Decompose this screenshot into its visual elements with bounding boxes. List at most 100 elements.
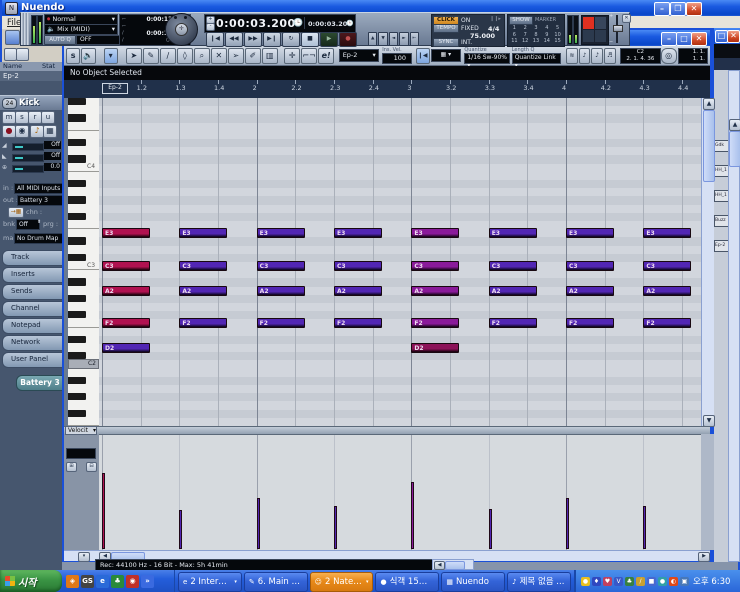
quantize-value[interactable]: 1/16 Sw-90% ▾ [464, 52, 510, 69]
editor-vscrollbar[interactable]: ▲ ▼ [701, 98, 715, 427]
midi-input-icon[interactable]: ♪ [578, 47, 591, 64]
map-value[interactable]: No Drum Map [14, 233, 62, 244]
master-slider[interactable]: + − [609, 13, 623, 45]
quantize-display-tool[interactable]: ▥ [261, 47, 278, 64]
crosshair-cursor-icon[interactable]: ✛ [284, 47, 301, 64]
length-quantize-field[interactable]: Length Q Quantize Link ▾ [511, 47, 561, 69]
play-button[interactable]: ▶ [320, 32, 338, 47]
part-select-dropdown[interactable]: Ep-2 ▾ [338, 49, 379, 62]
midi-note[interactable]: C3 [643, 261, 692, 271]
midi-note[interactable]: E3 [643, 228, 692, 239]
part-marker[interactable]: Ep-2 [102, 83, 128, 94]
marker-number-15[interactable]: 15 [552, 38, 563, 45]
project-part-buzz[interactable]: Buzz [714, 215, 729, 227]
quick-launch-icon-5[interactable]: » [141, 574, 154, 588]
quick-launch-icon-1[interactable]: GS [81, 574, 94, 588]
midi-note[interactable]: E3 [256, 228, 305, 239]
scroll-up-arrow[interactable]: ▲ [729, 119, 740, 131]
stop-button[interactable]: ■ [301, 32, 319, 47]
bank-program-row[interactable]: bnk : Off ⬍ prg : [0, 219, 62, 230]
midi-note[interactable]: A2 [488, 285, 537, 296]
project-hscroll-left-arrow[interactable]: ◀ [434, 561, 445, 570]
minimize-button[interactable]: – [654, 2, 670, 16]
zoom-tool[interactable]: ⌕ [193, 47, 210, 64]
midi-note[interactable]: F2 [566, 318, 615, 329]
track-u-button[interactable]: u [41, 111, 55, 124]
trim-tool[interactable]: ➢ [227, 47, 244, 64]
editor-close-button[interactable]: ✕ [691, 32, 707, 46]
move-insert-icon[interactable]: ♪̇ [591, 47, 603, 64]
insert-velocity-field[interactable]: Ins. Vel. 100 [382, 47, 413, 64]
task-group-chevron-icon[interactable]: ▾ [234, 574, 237, 591]
project-vscrollbar[interactable]: ▲ [728, 70, 740, 562]
velocity-bar[interactable] [566, 498, 570, 549]
track-header[interactable]: 24 Kick [0, 95, 62, 110]
nudge-left-button[interactable]: ◄ [388, 32, 399, 46]
nudge-bar-button[interactable]: ⇤ [409, 32, 420, 46]
nudge-up-button[interactable]: ▲ [368, 32, 378, 46]
marker-number-10[interactable]: 10 [552, 32, 563, 39]
marker-number-6[interactable]: 6 [509, 32, 520, 39]
slider-track[interactable] [12, 165, 44, 173]
marker-number-8[interactable]: 8 [531, 32, 542, 39]
black-key[interactable] [68, 335, 86, 343]
start-button[interactable]: 시작 [0, 570, 62, 592]
transport-grip[interactable] [21, 13, 29, 45]
tray-icon-7[interactable]: ● [658, 576, 667, 586]
piano-keyboard[interactable]: C4 C3 C2 [68, 98, 100, 426]
tray-icon-5[interactable]: ∕ [636, 576, 645, 586]
black-key[interactable] [68, 352, 86, 360]
monitor-button[interactable]: ◉ [15, 125, 29, 138]
project-part-hh_1[interactable]: HH_1 [714, 190, 729, 202]
inspector-tab-network[interactable]: Network [2, 335, 62, 351]
midi-note[interactable]: A2 [256, 285, 305, 296]
midi-note[interactable]: F2 [643, 318, 692, 329]
midi-note[interactable]: E3 [411, 228, 460, 239]
lane-add-button[interactable]: ⊞ [66, 462, 77, 472]
midi-note[interactable]: A2 [102, 285, 150, 296]
instrument-tab[interactable]: Battery 3 [16, 375, 62, 391]
transport-close-icon[interactable]: ✕ [622, 14, 631, 23]
marker-number-7[interactable]: 7 [520, 32, 531, 39]
track-r-button[interactable]: r [28, 111, 42, 124]
time-minus-button[interactable]: - [206, 23, 215, 31]
nudge-down-button[interactable]: ▼ [378, 32, 388, 46]
midi-note[interactable]: F2 [488, 318, 537, 329]
restore-button[interactable]: ❐ [670, 2, 686, 16]
project-part-ep-2[interactable]: Ep-2 [714, 240, 729, 252]
quick-launch-icon-4[interactable]: ◉ [126, 574, 139, 588]
lengthq-value[interactable]: Quantize Link ▾ [511, 52, 561, 69]
midi-note[interactable]: C3 [256, 261, 305, 271]
black-key[interactable] [68, 278, 86, 286]
black-key[interactable] [68, 253, 86, 261]
erase-tool[interactable]: ◊ [176, 47, 193, 64]
midi-note[interactable]: A2 [179, 285, 228, 296]
mute-tool[interactable]: ✕ [210, 47, 227, 64]
black-key[interactable] [68, 196, 86, 204]
slider-track[interactable] [12, 143, 44, 151]
timebase-button[interactable]: ♪ [30, 125, 44, 138]
inspector-tab-channel[interactable]: Channel [2, 301, 62, 317]
tray-icon-2[interactable]: ♥ [603, 576, 612, 586]
draw-tool[interactable]: ✎ [142, 47, 159, 64]
track-s-button[interactable]: s [15, 111, 29, 124]
midi-note[interactable]: C3 [179, 261, 228, 271]
midi-note[interactable]: C3 [488, 261, 537, 271]
taskbar-task-5[interactable]: ♪ 제목 없음 ... [507, 572, 571, 592]
line-tool[interactable]: ∕ [159, 47, 176, 64]
record-pitch-icon[interactable]: ♬ [603, 47, 616, 64]
inspector-tab-user-panel[interactable]: User Panel [2, 352, 62, 368]
out-value[interactable]: Battery 3 [17, 195, 62, 206]
project-close-button[interactable]: ✕ [727, 30, 740, 43]
tray-icon-3[interactable]: V [614, 576, 623, 586]
jog-wheel[interactable]: ✛ [164, 13, 198, 46]
midi-note[interactable]: F2 [411, 318, 460, 329]
midi-note[interactable]: C3 [411, 261, 460, 271]
solo-button[interactable]: s [66, 47, 81, 64]
midi-note[interactable]: C3 [102, 261, 150, 271]
quick-launch-icon-3[interactable]: ♣ [111, 574, 124, 588]
edit-active-part-button[interactable]: e! [318, 47, 335, 64]
record-enable-button[interactable]: ● [2, 125, 16, 138]
note-grid[interactable]: E3 E3 E3 E3 E3 E3 E3 E3 C3 C3 C3 C3 C3 C3 C3 C3 A2 A2 A2 A2… [99, 98, 701, 426]
tray-icon-9[interactable]: ▣ [680, 576, 689, 586]
